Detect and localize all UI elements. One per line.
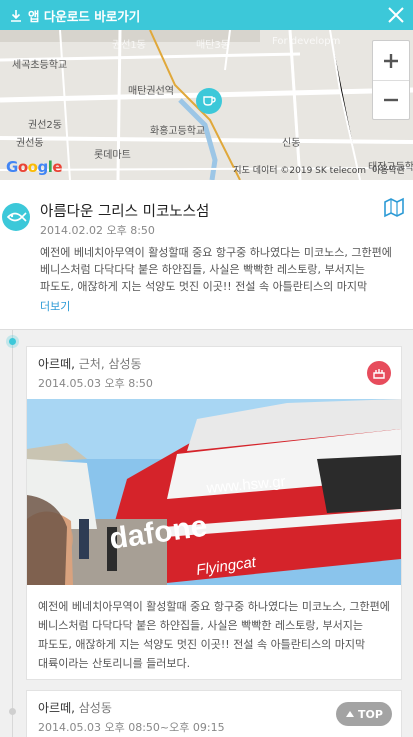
more-link[interactable]: 더보기 <box>40 298 70 314</box>
map-label: 매탄권선역 <box>128 86 174 97</box>
map-label: For developm <box>272 36 341 47</box>
post-place-sub: 삼성동 <box>78 701 112 715</box>
timeline-dot <box>9 338 16 345</box>
top-label: TOP <box>358 707 383 721</box>
zoom-in-button[interactable] <box>373 41 409 80</box>
arrow-up-icon <box>346 711 355 717</box>
post-time: 2014.05.03 오후 8:50 <box>38 377 153 390</box>
post-place-sub: 근처, 삼성동 <box>78 357 142 371</box>
post-text: 예전에 베네치아무역이 활성할때 중요 항구중 하나였다는 미코노스, 그한편에… <box>38 600 390 670</box>
post-place: 아르떼, 삼성동 <box>38 699 112 716</box>
post-place-name: 아르떼, <box>38 357 75 371</box>
ferry-photo-image: www.hsw.gr dafone Flyingcat <box>27 399 401 585</box>
map-label: 화홍고등학교 <box>150 126 206 137</box>
post-place-name: 아르떼, <box>38 701 75 715</box>
place-description: 예전에 베네치아무역이 활성할때 중요 항구중 하나였다는 미코노스, 그한편에… <box>40 246 392 293</box>
timeline-dot <box>9 708 16 715</box>
place-title: 아름다운 그리스 미코노스섬 <box>40 204 210 220</box>
scroll-top-button[interactable]: TOP <box>336 702 392 726</box>
map-zoom-control <box>372 40 410 120</box>
map-copyright: 지도 데이터 ©2019 SK telecom 이용약관 <box>230 163 405 176</box>
timeline-line <box>12 330 13 737</box>
cafe-marker-icon[interactable] <box>196 88 222 114</box>
map-label: 권선2동 <box>28 120 62 131</box>
map-label: 매탄3동 <box>196 40 230 51</box>
map-bookmark-icon[interactable] <box>383 196 405 218</box>
post-photo[interactable]: www.hsw.gr dafone Flyingcat <box>27 399 401 585</box>
map-view[interactable]: 권선1동 매탄3동 For developm 세곡초등학교 매탄권선역 권선2동… <box>0 30 413 180</box>
close-icon[interactable] <box>387 6 405 24</box>
banner-title: 앱 다운로드 바로가기 <box>28 8 141 24</box>
app-download-banner[interactable]: 앱 다운로드 바로가기 <box>0 0 413 30</box>
map-label: 권선동 <box>16 138 44 149</box>
post-place: 아르떼, 근처, 삼성동 <box>38 355 142 372</box>
post-time: 2014.05.03 오후 08:50~오후 09:15 <box>38 721 225 734</box>
download-icon <box>8 7 24 23</box>
cake-icon <box>367 361 391 385</box>
map-label: 세곡초등학교 <box>12 60 68 71</box>
app-screen: 앱 다운로드 바로가기 권선1동 매탄3동 For developm 세곡초등학… <box>0 0 413 737</box>
place-info-card: 아름다운 그리스 미코노스섬 2014.02.02 오후 8:50 예전에 베네… <box>0 180 413 330</box>
map-label: 신동 <box>282 138 301 149</box>
zoom-out-button[interactable] <box>373 80 409 119</box>
place-date: 2014.02.02 오후 8:50 <box>40 224 155 237</box>
map-copyright-text: 지도 데이터 ©2019 SK telecom <box>233 166 366 176</box>
map-label: 롯데마트 <box>94 150 131 161</box>
map-terms-link[interactable]: 이용약관 <box>372 166 405 176</box>
google-logo: Google <box>6 158 63 176</box>
timeline-post[interactable]: 아르떼, 근처, 삼성동 2014.05.03 오후 8:50 www.hsw.… <box>26 346 402 680</box>
map-label: 권선1동 <box>112 40 146 51</box>
fish-logo-icon <box>1 202 31 232</box>
